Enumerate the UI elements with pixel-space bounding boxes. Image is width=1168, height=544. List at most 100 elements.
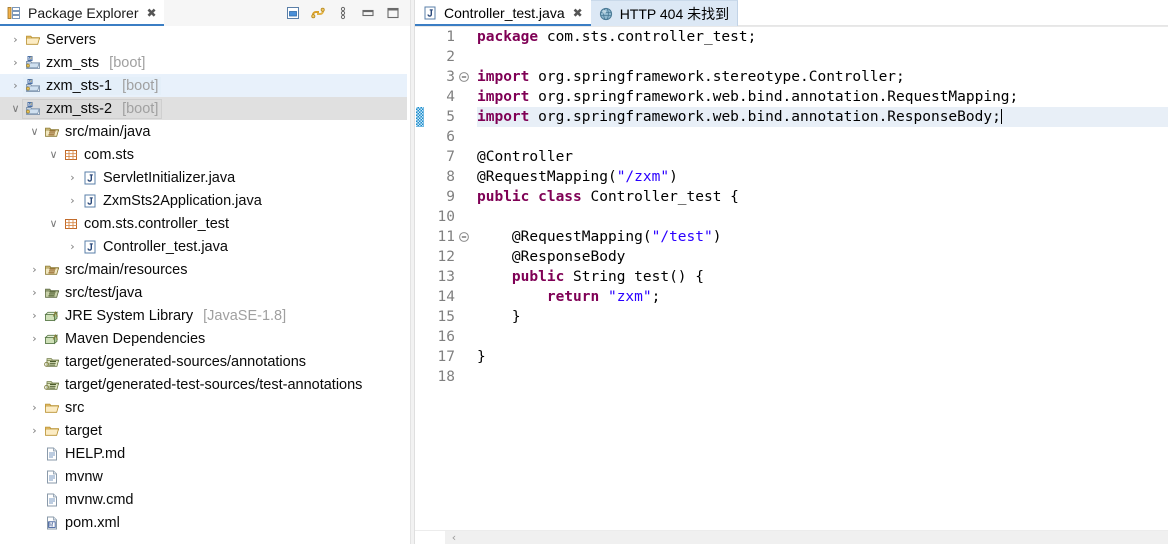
maximize-icon[interactable] — [385, 5, 401, 21]
tree-item-com-sts[interactable]: ∨ com.sts — [0, 143, 410, 166]
code-line[interactable] — [477, 327, 1168, 347]
fold-toggle-icon[interactable] — [459, 227, 473, 247]
chevron-right-icon[interactable]: › — [27, 424, 42, 437]
chevron-right-icon[interactable]: › — [65, 171, 80, 184]
generated-source-folder-icon — [44, 377, 60, 393]
tree-item-maven-dependencies[interactable]: › Maven Dependencies — [0, 327, 410, 350]
chevron-right-icon[interactable]: › — [27, 263, 42, 276]
chevron-left-icon[interactable]: ‹ — [445, 531, 463, 544]
view-menu-icon[interactable] — [335, 5, 351, 21]
tree-item-label: src/main/java — [65, 123, 151, 140]
editor-tab-controller-test-java[interactable]: Controller_test.java ✖ — [415, 0, 591, 26]
code-line[interactable]: @RequestMapping("/zxm") — [477, 167, 1168, 187]
tree-item-target-generated-test-sources-test-annotations[interactable]: target/generated-test-sources/test-annot… — [0, 373, 410, 396]
tree-item-mvnw-cmd[interactable]: mvnw.cmd — [0, 488, 410, 511]
code-line[interactable] — [477, 207, 1168, 227]
changed-line-marker — [416, 107, 424, 127]
code-line[interactable]: } — [477, 307, 1168, 327]
close-icon[interactable]: ✖ — [573, 7, 583, 19]
code-line[interactable]: import org.springframework.web.bind.anno… — [477, 87, 1168, 107]
code-line[interactable]: package com.sts.controller_test; — [477, 27, 1168, 47]
line-number: 16 — [437, 329, 455, 345]
code-line[interactable]: @RequestMapping("/test") — [477, 227, 1168, 247]
code-line[interactable]: return "zxm"; — [477, 287, 1168, 307]
tree-item-content: src/main/resources — [42, 261, 190, 279]
code-token-kw: return — [546, 289, 600, 305]
folder-servers-icon — [25, 32, 41, 48]
no-expander — [27, 355, 42, 368]
tree-item-content: src/test/java — [42, 284, 145, 302]
maven-project-icon: MJ — [25, 101, 41, 117]
chevron-right-icon[interactable]: › — [65, 194, 80, 207]
fold-toggle-icon[interactable] — [459, 67, 473, 87]
project-tree[interactable]: › Servers › M Jzxm_sts [boot] › M Jzxm_sts-1 [boo… — [0, 26, 410, 544]
close-icon[interactable]: ✖ — [147, 7, 157, 19]
fold-slot — [459, 167, 473, 187]
tree-item-com-sts-controller-test[interactable]: ∨ com.sts.controller_test — [0, 212, 410, 235]
tree-item-zxm-sts[interactable]: › M J zxm_sts [boot] — [0, 51, 410, 74]
code-line[interactable]: public class Controller_test { — [477, 187, 1168, 207]
tree-item-zxm-sts-1[interactable]: › M J zxm_sts-1 [boot] — [0, 74, 410, 97]
tree-item-target[interactable]: › target — [0, 419, 410, 442]
tree-item-servers[interactable]: › Servers — [0, 28, 410, 51]
code-token-pl: @RequestMapping( — [477, 229, 652, 245]
line-number: 3 — [446, 69, 455, 85]
tree-item-src-main-resources[interactable]: › src/main/resources — [0, 258, 410, 281]
link-with-editor-icon[interactable] — [310, 5, 326, 21]
code-token-pl: org.springframework.web.bind.annotation.… — [529, 109, 1001, 125]
chevron-right-icon[interactable]: › — [27, 286, 42, 299]
code-line[interactable] — [477, 47, 1168, 67]
package-icon — [63, 216, 79, 232]
tree-item-content: ServletInitializer.java — [80, 169, 238, 187]
code-text[interactable]: package com.sts.controller_test; import … — [473, 27, 1168, 530]
tree-item-mvnw[interactable]: mvnw — [0, 465, 410, 488]
code-line[interactable] — [477, 367, 1168, 387]
fold-slot — [459, 47, 473, 67]
tab-package-explorer[interactable]: Package Explorer ✖ — [0, 0, 164, 26]
code-line[interactable]: @Controller — [477, 147, 1168, 167]
tree-item-zxm-sts-2[interactable]: ∨ M J zxm_sts-2 [boot] — [0, 97, 410, 120]
editor-horizontal-scrollbar[interactable]: ‹ — [415, 530, 1168, 544]
tree-item-help-md[interactable]: HELP.md — [0, 442, 410, 465]
chevron-down-icon[interactable]: ∨ — [46, 217, 61, 230]
tree-item-controller-test-java[interactable]: › Controller_test.java — [0, 235, 410, 258]
chevron-down-icon[interactable]: ∨ — [27, 125, 42, 138]
tree-item-zxmsts2application-java[interactable]: › ZxmSts2Application.java — [0, 189, 410, 212]
collapse-all-icon[interactable] — [285, 5, 301, 21]
explorer-vertical-scrollbar[interactable] — [407, 26, 410, 544]
tree-item-servletinitializer-java[interactable]: › ServletInitializer.java — [0, 166, 410, 189]
package-explorer-title: Package Explorer — [28, 5, 139, 21]
code-line[interactable]: import org.springframework.stereotype.Co… — [477, 67, 1168, 87]
minimize-icon[interactable] — [360, 5, 376, 21]
code-token-kw: public class — [477, 189, 582, 205]
code-token-kw: public — [511, 269, 565, 285]
tree-item-src[interactable]: › src — [0, 396, 410, 419]
tree-item-src-main-java[interactable]: ∨ src/main/java — [0, 120, 410, 143]
tree-item-src-test-java[interactable]: › src/test/java — [0, 281, 410, 304]
tree-item-qualifier: [JavaSE-1.8] — [203, 307, 287, 324]
tree-item-pom-xml[interactable]: Mpom.xml — [0, 511, 410, 534]
chevron-right-icon[interactable]: › — [65, 240, 80, 253]
chevron-right-icon[interactable]: › — [27, 332, 42, 345]
code-token-kw: import — [477, 89, 530, 105]
chevron-down-icon[interactable]: ∨ — [8, 102, 23, 115]
folding-column[interactable] — [459, 27, 473, 530]
tree-item-label: HELP.md — [65, 445, 126, 462]
tree-item-target-generated-sources-annotations[interactable]: target/generated-sources/annotations — [0, 350, 410, 373]
chevron-right-icon[interactable]: › — [27, 401, 42, 414]
chevron-right-icon[interactable]: › — [8, 56, 23, 69]
code-line[interactable]: public String test() { — [477, 267, 1168, 287]
code-viewer[interactable]: 1 2 3 4 5 6 7 8 9 10 11 12 13 14 15 16 17 18 package com.… — [415, 26, 1168, 530]
code-line[interactable]: } — [477, 347, 1168, 367]
code-line[interactable]: @ResponseBody — [477, 247, 1168, 267]
chevron-right-icon[interactable]: › — [8, 33, 23, 46]
editor-tab-http-404-[interactable]: HTTP 404 未找到 — [590, 0, 739, 26]
chevron-right-icon[interactable]: › — [27, 309, 42, 322]
chevron-right-icon[interactable]: › — [8, 79, 23, 92]
fold-slot — [459, 147, 473, 167]
code-line[interactable]: import org.springframework.web.bind.anno… — [477, 107, 1168, 127]
code-line[interactable] — [477, 127, 1168, 147]
chevron-down-icon[interactable]: ∨ — [46, 148, 61, 161]
tree-item-jre-system-library[interactable]: › JRE System Library [JavaSE-1.8] — [0, 304, 410, 327]
